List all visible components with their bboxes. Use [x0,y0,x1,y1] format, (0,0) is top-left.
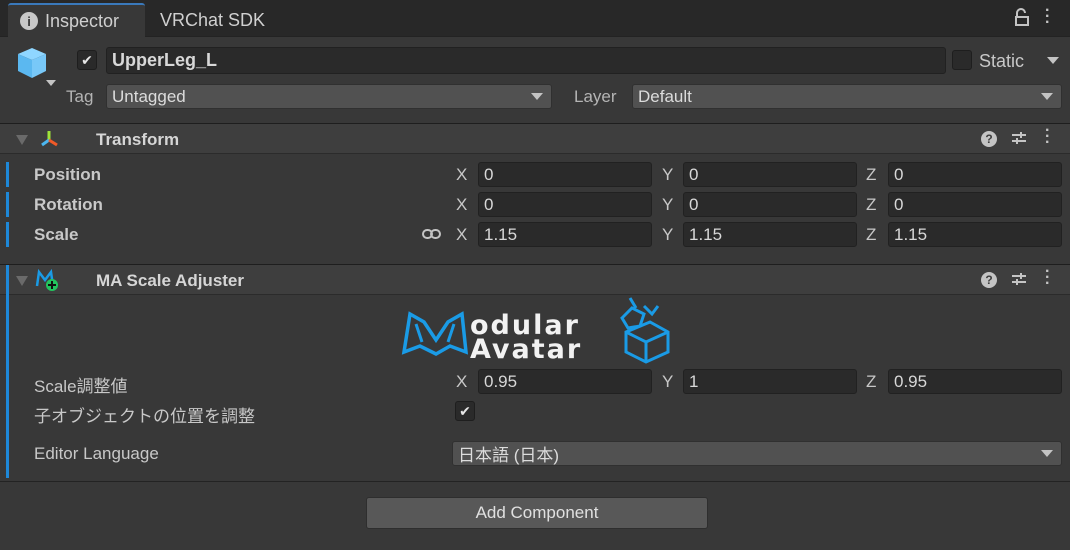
editor-language-label: Editor Language [34,444,159,463]
axis-z-label: Z [866,225,877,244]
component-menu-icon[interactable]: · · · [1045,264,1050,292]
adjust-children-label: 子オブジェクトの位置を調整 [34,407,255,426]
axis-x-label: X [456,165,468,184]
chevron-down-icon [1041,450,1053,457]
position-z-input[interactable]: 0 [888,162,1062,187]
rotation-y-input[interactable]: 0 [683,192,857,217]
foldout-arrow-icon[interactable] [16,276,28,286]
foldout-arrow-icon[interactable] [16,135,28,145]
divider [0,481,1070,482]
tab-label: VRChat SDK [160,9,266,30]
layer-value: Default [638,86,692,106]
help-icon[interactable]: ? [981,272,997,288]
presets-icon[interactable] [1010,270,1028,293]
layer-dropdown[interactable]: Default [632,84,1062,109]
modular-avatar-logo: odular Avatar [400,294,675,369]
axis-z-label: Z [866,195,877,214]
tab-label: Inspector [45,10,120,31]
layer-label: Layer [574,87,617,106]
scale-label: Scale [34,225,79,244]
override-indicator [6,162,9,187]
axis-z-label: Z [866,165,877,184]
lock-icon[interactable] [1014,8,1030,31]
transform-header[interactable]: Transform ? · · · [0,123,1070,154]
scale-y-input[interactable]: 1 [683,369,857,394]
more-menu-icon[interactable]: · · · [1045,3,1050,31]
tag-label: Tag [66,87,94,106]
axis-y-label: Y [662,372,674,391]
component-title: MA Scale Adjuster [96,271,245,290]
modified-indicator [6,265,9,296]
override-indicator [6,192,9,217]
axis-y-label: Y [662,165,674,184]
override-indicator [6,222,9,247]
position-y-input[interactable]: 0 [683,162,857,187]
chevron-down-icon [1041,93,1053,100]
axis-x-label: X [456,225,468,244]
static-dropdown-icon[interactable] [1047,57,1059,64]
component-menu-icon[interactable]: · · · [1045,123,1050,151]
info-icon: i [20,12,38,30]
scale-y-input[interactable]: 1.15 [683,222,857,247]
position-x-input[interactable]: 0 [478,162,652,187]
rotation-label: Rotation [34,195,103,214]
modified-indicator [6,295,9,478]
axis-y-label: Y [662,225,674,244]
presets-icon[interactable] [1010,129,1028,152]
scale-adjust-label: Scale調整値 [34,377,128,396]
axis-x-label: X [456,195,468,214]
add-component-button[interactable]: Add Component [366,497,708,529]
scale-z-input[interactable]: 0.95 [888,369,1062,394]
help-icon[interactable]: ? [981,131,997,147]
gameobject-cube-icon[interactable] [16,46,58,93]
rotation-x-input[interactable]: 0 [478,192,652,217]
modular-avatar-component-icon [35,268,61,297]
tag-dropdown[interactable]: Untagged [106,84,552,109]
static-checkbox[interactable] [952,50,972,70]
scale-x-input[interactable]: 1.15 [478,222,652,247]
svg-text:Avatar: Avatar [470,334,582,364]
active-checkbox[interactable]: ✔ [77,50,97,70]
transform-axes-icon [38,128,60,155]
object-name-input[interactable]: UpperLeg_L [106,47,946,74]
position-label: Position [34,165,102,184]
ma-scale-adjuster-header[interactable]: MA Scale Adjuster ? · · · [0,264,1070,297]
component-title: Transform [96,130,180,149]
editor-language-dropdown[interactable]: 日本語 (日本) [452,441,1062,466]
scale-z-input[interactable]: 1.15 [888,222,1062,247]
axis-x-label: X [456,372,468,391]
adjust-children-checkbox[interactable]: ✔ [455,401,475,421]
static-label: Static [979,51,1025,71]
rotation-z-input[interactable]: 0 [888,192,1062,217]
chevron-down-icon [531,93,543,100]
language-value: 日本語 (日本) [458,446,560,465]
tag-value: Untagged [112,86,186,106]
constrain-proportions-link-icon[interactable] [422,226,442,247]
scale-x-input[interactable]: 0.95 [478,369,652,394]
tab-inspector[interactable]: i Inspector [8,3,145,37]
axis-z-label: Z [866,372,877,391]
axis-y-label: Y [662,195,674,214]
tab-vrchat-sdk[interactable]: VRChat SDK [160,3,300,37]
